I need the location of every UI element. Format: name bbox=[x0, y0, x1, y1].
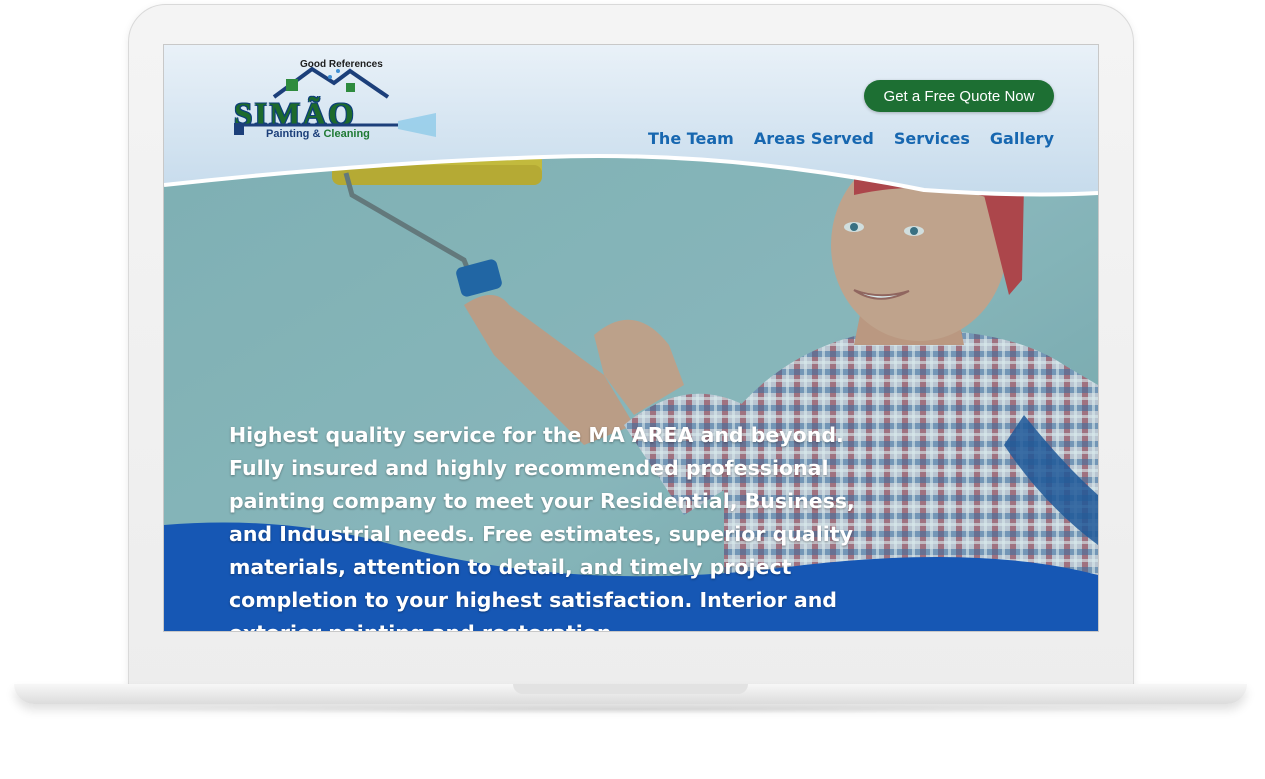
nav-item-the-team[interactable]: The Team bbox=[648, 129, 734, 148]
website-screen: Good References SIMÃO Painting & Cleanin… bbox=[163, 44, 1099, 632]
site-logo[interactable]: Good References SIMÃO Painting & Cleanin… bbox=[230, 57, 440, 143]
free-quote-button[interactable]: Get a Free Quote Now bbox=[864, 80, 1054, 112]
logo-subtitle: Painting & Cleaning bbox=[266, 128, 370, 140]
laptop-shadow bbox=[40, 704, 1220, 714]
nav-item-gallery[interactable]: Gallery bbox=[990, 129, 1054, 148]
laptop-notch bbox=[513, 684, 748, 694]
nav-item-areas-served[interactable]: Areas Served bbox=[754, 129, 874, 148]
logo-sub-part1: Painting & bbox=[266, 128, 324, 140]
logo-sub-part2: Cleaning bbox=[323, 128, 370, 140]
hero-description: Highest quality service for the MA AREA … bbox=[229, 423, 855, 631]
main-nav: The Team Areas Served Services Gallery bbox=[648, 129, 1054, 148]
nav-item-services[interactable]: Services bbox=[894, 129, 970, 148]
